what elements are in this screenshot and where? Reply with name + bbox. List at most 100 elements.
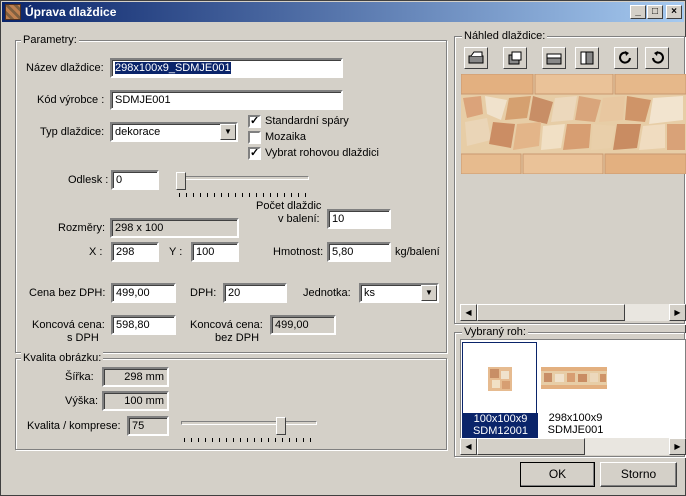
koncova-bez-value: 499,00 — [270, 315, 336, 335]
jednotka-label: Jednotka: — [303, 287, 351, 299]
window-title: Úprava dlaždice — [25, 5, 117, 19]
corner-item[interactable]: 298x100x9 SDMJE001 — [538, 342, 613, 438]
koncova-bez-label-1: Koncová cena: — [190, 319, 263, 331]
rozmery-value: 298 x 100 — [110, 218, 239, 238]
preview-scroll-thumb[interactable] — [477, 304, 625, 321]
rotate-right-tool[interactable] — [503, 47, 527, 69]
scroll-left-icon[interactable]: ◀ — [460, 304, 477, 321]
corner-item-selected[interactable]: 100x100x9 SDM12001 — [462, 342, 538, 439]
rozmery-label: Rozměry: — [58, 222, 106, 234]
dph-input[interactable]: 20 — [223, 283, 287, 303]
title-bar[interactable]: Úprava dlaždice _ □ × — [2, 2, 684, 22]
corner-item-line1: 298x100x9 — [548, 412, 603, 424]
cena-input[interactable]: 499,00 — [111, 283, 176, 303]
odlesk-slider-thumb[interactable] — [176, 172, 186, 190]
vyska-value: 100 mm — [102, 391, 169, 411]
corner-thumbnail-image — [488, 367, 512, 391]
y-label: Y : — [169, 246, 183, 258]
tile-preview-image — [461, 74, 686, 174]
undo-icon — [652, 51, 664, 64]
komprese-slider-ticks — [184, 438, 315, 442]
pocet-input[interactable]: 10 — [327, 209, 391, 229]
hmotnost-input[interactable]: 5,80 — [327, 242, 391, 262]
jednotka-select[interactable]: ks ▼ — [359, 283, 439, 303]
typ-select[interactable]: dekorace ▼ — [110, 122, 238, 142]
flip-vertical-icon — [580, 51, 594, 65]
scroll-left-icon[interactable]: ◀ — [460, 438, 477, 455]
komprese-slider[interactable] — [181, 417, 319, 443]
odlesk-slider-ticks — [179, 193, 307, 197]
preview-scrollbar[interactable]: ◀ ▶ — [460, 304, 686, 321]
flip-horizontal-tool[interactable] — [542, 47, 566, 69]
mozaika-label: Mozaika — [265, 131, 306, 143]
nazev-value: 298x100x9_SDMJE001 — [115, 62, 231, 74]
corner-item-line1: 100x100x9 — [473, 413, 528, 425]
corner-item-line2: SDMJE001 — [547, 424, 604, 436]
x-input[interactable]: 298 — [111, 242, 159, 262]
rohova-dlazdice-label: Vybrat rohovou dlaždici — [265, 147, 379, 159]
parametry-group-label: Parametry: — [21, 34, 79, 46]
redo-tool[interactable] — [614, 47, 638, 69]
nazev-label: Název dlaždice: — [26, 62, 104, 74]
jednotka-value: ks — [364, 287, 375, 299]
flip-horizontal-icon — [546, 53, 562, 65]
odlesk-label: Odlesk : — [68, 174, 109, 186]
redo-icon — [619, 51, 631, 64]
dialog-window: Úprava dlaždice _ □ × Parametry: Název d… — [0, 0, 686, 496]
corner-list[interactable]: 100x100x9 SDM12001 298x100x9 SDMJE001 — [460, 339, 686, 439]
close-button[interactable]: × — [666, 5, 682, 19]
komprese-label: Kvalita / komprese: — [27, 420, 121, 432]
storno-button[interactable]: Storno — [600, 462, 677, 487]
sirka-value: 298 mm — [102, 367, 169, 387]
vybrany-roh-group-label: Vybraný roh: — [462, 326, 528, 338]
odlesk-input[interactable]: 0 — [111, 170, 159, 190]
pocet-label-1: Počet dlaždic — [256, 200, 322, 212]
kvalita-group-label: Kvalita obrázku: — [21, 352, 104, 364]
hmotnost-unit: kg/balení — [395, 246, 440, 258]
kod-input[interactable]: SDMJE001 — [110, 90, 343, 110]
y-input[interactable]: 100 — [191, 242, 239, 262]
x-label: X : — [89, 246, 103, 258]
vyska-label: Výška: — [65, 395, 99, 407]
typ-value: dekorace — [115, 126, 161, 138]
sirka-label: Šířka: — [65, 371, 94, 383]
standardni-spary-label: Standardní spáry — [265, 115, 349, 127]
odlesk-slider-track — [176, 176, 309, 180]
scroll-right-icon[interactable]: ▶ — [669, 304, 686, 321]
dph-label: DPH: — [190, 287, 217, 299]
maximize-button[interactable]: □ — [647, 5, 663, 19]
corner-scroll-thumb[interactable] — [477, 438, 585, 455]
corner-thumbnail-image — [541, 367, 607, 389]
rotate-right-icon — [508, 51, 522, 65]
kod-label: Kód výrobce : — [37, 94, 105, 106]
odlesk-slider[interactable] — [176, 172, 311, 198]
checkbox-mozaika[interactable] — [248, 131, 261, 144]
komprese-slider-thumb[interactable] — [276, 417, 286, 435]
checkbox-standardni-spary[interactable]: ✓ — [248, 115, 261, 128]
koncova-label-1: Koncová cena: — [32, 319, 105, 331]
koncova-bez-label-2: bez DPH — [215, 332, 260, 344]
koncova-input[interactable]: 598,80 — [111, 315, 176, 335]
chevron-down-icon[interactable]: ▼ — [220, 124, 236, 140]
rotate-left-icon — [468, 51, 484, 64]
rotate-left-tool[interactable] — [464, 47, 488, 69]
tile-app-icon — [5, 4, 21, 20]
komprese-slider-track — [181, 421, 317, 425]
chevron-down-icon[interactable]: ▼ — [421, 285, 437, 301]
komprese-input[interactable]: 75 — [127, 416, 169, 436]
hmotnost-label: Hmotnost: — [273, 246, 324, 258]
nahled-group-label: Náhled dlaždice: — [462, 30, 548, 42]
checkbox-rohova-dlazdice[interactable]: ✓ — [248, 147, 261, 160]
pocet-label-2: v balení: — [278, 213, 320, 225]
corner-scrollbar[interactable]: ◀ ▶ — [460, 438, 686, 455]
minimize-button[interactable]: _ — [630, 5, 646, 19]
typ-label: Typ dlaždice: — [40, 126, 105, 138]
tile-preview-mosaic — [461, 74, 686, 174]
flip-vertical-tool[interactable] — [575, 47, 599, 69]
nazev-input[interactable]: 298x100x9_SDMJE001 — [110, 58, 343, 78]
koncova-label-2: s DPH — [67, 332, 99, 344]
scroll-right-icon[interactable]: ▶ — [669, 438, 686, 455]
ok-button[interactable]: OK — [520, 462, 595, 487]
corner-item-line2: SDM12001 — [472, 425, 529, 437]
undo-tool[interactable] — [645, 47, 669, 69]
